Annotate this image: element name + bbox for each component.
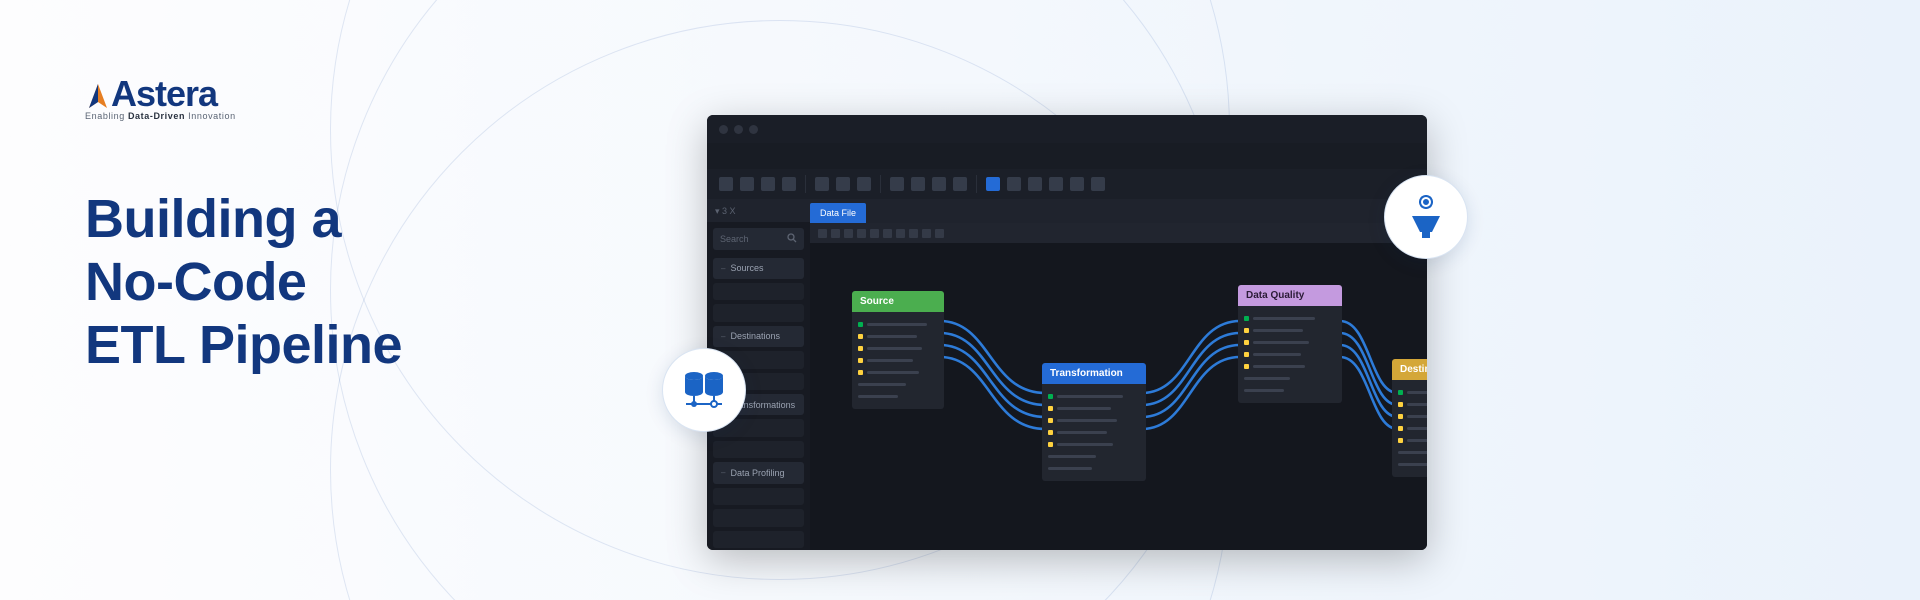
toolbar-button[interactable] [953,177,967,191]
tab-data-file[interactable]: Data File [810,203,866,223]
page-headline: Building a No-Code ETL Pipeline [85,188,402,378]
node-title: Source [860,296,894,307]
pipeline-canvas[interactable]: Source Transformation [810,243,1427,550]
canvas-tool[interactable] [922,229,931,238]
menu-item[interactable] [719,151,722,162]
sidebar-subitem[interactable] [713,304,804,321]
toolbar-button[interactable] [836,177,850,191]
canvas-tool[interactable] [857,229,866,238]
logo-mark-icon [85,80,111,110]
sidebar-section-destinations[interactable]: –Destinations [713,326,804,347]
canvas-tool[interactable] [844,229,853,238]
app-window: ▾ 3 X Search –Sources –Destinations –Tra… [707,115,1427,550]
toolbar-button[interactable] [857,177,871,191]
menu-item[interactable] [738,151,741,162]
tab-strip: ▾ 3 X [707,199,810,222]
search-input[interactable]: Search [713,228,804,249]
transform-badge-icon [1384,175,1468,259]
toolbar-button[interactable] [911,177,925,191]
sidebar-section-profiling[interactable]: –Data Profiling [713,462,804,483]
toolbar-separator [805,175,806,193]
canvas-toolbar [810,223,1427,243]
toolbar-button[interactable] [761,177,775,191]
headline-line: ETL Pipeline [85,314,402,377]
brand-name: Astera [111,73,217,114]
toolbar-button[interactable] [1091,177,1105,191]
canvas-tool[interactable] [896,229,905,238]
toolbar-button[interactable] [1049,177,1063,191]
toolbar-button[interactable] [1028,177,1042,191]
sidebar-subitem[interactable] [713,488,804,505]
sidebar-subitem[interactable] [713,283,804,300]
headline-line: No-Code [85,251,402,314]
sidebar-subitem[interactable] [713,441,804,458]
window-control-icon[interactable] [719,125,728,134]
search-placeholder: Search [720,234,749,244]
database-badge-icon [662,348,746,432]
menubar [707,143,1427,169]
node-title: Destination [1400,364,1427,375]
canvas-tool[interactable] [883,229,892,238]
node-title: Data Quality [1246,290,1304,301]
node-transformation[interactable]: Transformation [1042,363,1146,481]
canvas-tool[interactable] [909,229,918,238]
tagline-pre: Enabling [85,111,128,121]
toolbar-button[interactable] [782,177,796,191]
brand-logo: Astera Enabling Data-Driven Innovation [85,78,236,121]
menu-item[interactable] [757,151,760,162]
sidebar-subitem[interactable] [713,531,804,548]
toolbar [707,169,1427,199]
node-source[interactable]: Source [852,291,944,409]
window-control-icon[interactable] [749,125,758,134]
sidebar-label: Sources [730,263,763,273]
sidebar-label: Destinations [730,331,780,341]
tab-prefix: ▾ 3 X [707,206,744,222]
toolbar-separator [880,175,881,193]
toolbar-button[interactable] [1007,177,1021,191]
toolbar-button[interactable] [740,177,754,191]
toolbar-button[interactable] [815,177,829,191]
tagline-bold: Data-Driven [128,111,185,121]
chevron-icon: – [721,332,725,341]
sidebar-section-sources[interactable]: –Sources [713,258,804,279]
canvas-tool[interactable] [870,229,879,238]
canvas-tool[interactable] [818,229,827,238]
window-control-icon[interactable] [734,125,743,134]
node-destination[interactable]: Destination [1392,359,1427,477]
tagline-post: Innovation [185,111,236,121]
canvas-tool[interactable] [935,229,944,238]
toolbar-button[interactable] [719,177,733,191]
document-tabs: Data File [810,199,1427,223]
sidebar-label: Data Profiling [730,468,784,478]
search-icon [787,233,797,245]
toolbar-button[interactable] [932,177,946,191]
headline-line: Building a [85,188,402,251]
titlebar [707,115,1427,143]
sidebar-subitem[interactable] [713,509,804,526]
canvas-tool[interactable] [831,229,840,238]
toolbar-button[interactable] [1070,177,1084,191]
toolbar-button-run[interactable] [986,177,1000,191]
toolbar-button[interactable] [890,177,904,191]
toolbar-separator [976,175,977,193]
chevron-icon: – [721,468,725,477]
chevron-icon: – [721,264,725,273]
node-title: Transformation [1050,368,1123,379]
node-data-quality[interactable]: Data Quality [1238,285,1342,403]
